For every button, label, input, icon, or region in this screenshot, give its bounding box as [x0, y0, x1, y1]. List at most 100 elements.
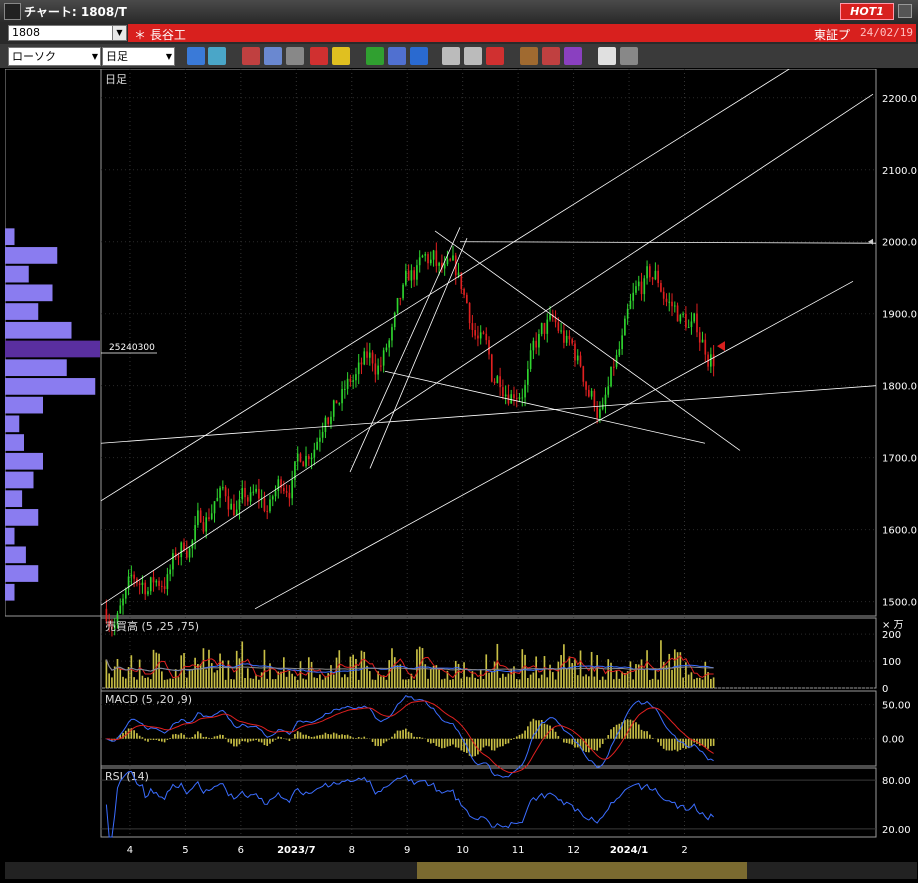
candle-body	[494, 382, 496, 383]
macd-histogram-bar	[405, 729, 407, 739]
chart-canvas[interactable]: 1500.01600.01700.01800.01900.02000.02100…	[5, 69, 917, 879]
macd-histogram-bar	[194, 734, 196, 738]
macd-histogram-bar	[513, 738, 515, 739]
volume-bar	[480, 670, 482, 688]
volume-bar	[302, 679, 304, 688]
chevron-down-icon[interactable]: ▼	[112, 25, 127, 41]
macd-histogram-bar	[411, 733, 413, 739]
volume-bar	[153, 650, 155, 688]
price-tick-label: 1900.0	[882, 310, 917, 321]
candle-body	[208, 517, 210, 519]
volume-bar	[427, 679, 429, 688]
candle-next-icon[interactable]	[464, 47, 482, 65]
volume-bar	[422, 648, 424, 688]
macd-histogram-bar	[660, 739, 662, 746]
macd-histogram-bar	[485, 739, 487, 746]
volume-bar	[560, 655, 562, 688]
settings-icon[interactable]	[520, 47, 538, 65]
candle-body	[411, 270, 413, 280]
symbol-input[interactable]: 1808	[8, 25, 119, 41]
candle-body	[291, 480, 293, 498]
macd-histogram-bar	[494, 739, 496, 751]
candle-body	[627, 309, 629, 319]
candle-body	[569, 336, 571, 339]
candle-body	[530, 350, 532, 369]
company-name: ＊ 長谷工	[134, 26, 186, 43]
time-tick-label: 2023/7	[277, 845, 315, 856]
volume-bar	[164, 680, 166, 688]
candle-body	[685, 314, 687, 328]
candle-body	[205, 517, 207, 531]
volume-bar	[643, 669, 645, 688]
macd-histogram-bar	[449, 739, 451, 746]
candle-body	[485, 334, 487, 340]
macd-histogram-bar	[338, 735, 340, 739]
candle-body	[469, 303, 471, 323]
macd-histogram-bar	[386, 739, 388, 742]
volume-bar	[682, 678, 684, 688]
volume-bar	[502, 674, 504, 688]
grid-icon[interactable]	[286, 47, 304, 65]
color-icon[interactable]	[564, 47, 582, 65]
macd-histogram-bar	[666, 739, 668, 751]
close-icon[interactable]	[898, 4, 912, 18]
candle-body	[155, 581, 157, 583]
candle-body	[613, 367, 615, 368]
candle-body	[519, 398, 521, 399]
volume-bar	[544, 656, 546, 688]
search-icon[interactable]	[264, 47, 282, 65]
volume-bar	[219, 654, 221, 688]
candle-body	[391, 327, 393, 340]
trendline	[255, 281, 853, 608]
candle-body	[363, 351, 365, 364]
macd-histogram-bar	[319, 735, 321, 739]
macd-histogram-bar	[327, 734, 329, 739]
hot-badge[interactable]: HOT1	[840, 3, 894, 20]
candle-body	[216, 498, 218, 501]
macd-histogram-bar	[255, 739, 257, 740]
candle-body	[607, 386, 609, 394]
sub-panel-border	[101, 691, 876, 766]
candle-body	[372, 353, 374, 364]
macd-histogram-bar	[189, 738, 191, 739]
zoom-icon[interactable]	[187, 47, 205, 65]
candle-body	[699, 332, 701, 342]
log-icon[interactable]	[598, 47, 616, 65]
macd-histogram-bar	[208, 738, 210, 739]
macd-histogram-bar	[516, 736, 518, 738]
volume-bar	[264, 650, 266, 688]
volume-bar	[347, 677, 349, 688]
rsi-panel-label: RSI (14)	[105, 770, 149, 783]
candle-body	[544, 323, 546, 334]
chart-type-select[interactable]: ローソク▼	[8, 47, 101, 66]
volume-profile-bar	[5, 509, 38, 526]
tools-icon[interactable]	[542, 47, 560, 65]
cursor-icon[interactable]	[388, 47, 406, 65]
macd-histogram-bar	[635, 722, 637, 738]
macd-histogram-bar	[139, 736, 141, 739]
macd-histogram-bar	[203, 737, 205, 739]
print-icon[interactable]	[620, 47, 638, 65]
hand-icon[interactable]	[242, 47, 260, 65]
window-icon[interactable]	[208, 47, 226, 65]
all-icon[interactable]	[486, 47, 504, 65]
macd-histogram-bar	[341, 734, 343, 738]
chart-area[interactable]: 1500.01600.01700.01800.01900.02000.02100…	[5, 69, 917, 879]
candle-body	[535, 341, 537, 348]
arrow-icon[interactable]	[410, 47, 428, 65]
macd-histogram-bar	[596, 739, 598, 751]
warning-icon[interactable]	[332, 47, 350, 65]
period-select[interactable]: 日足▼	[102, 47, 175, 66]
macd-histogram-bar	[383, 739, 385, 743]
candle-body	[521, 397, 523, 398]
candle-body	[305, 456, 307, 466]
pencil-icon[interactable]	[366, 47, 384, 65]
volume-bar	[372, 680, 374, 688]
volume-bar	[555, 680, 557, 688]
volume-bar	[297, 680, 299, 688]
symbol-bar: 1808 ▼ ＊ 長谷工 東証プ 24/02/19	[0, 22, 918, 44]
macd-histogram-bar	[460, 739, 462, 751]
candle-prev-icon[interactable]	[442, 47, 460, 65]
crosshair-icon[interactable]	[310, 47, 328, 65]
volume-bar	[538, 678, 540, 688]
